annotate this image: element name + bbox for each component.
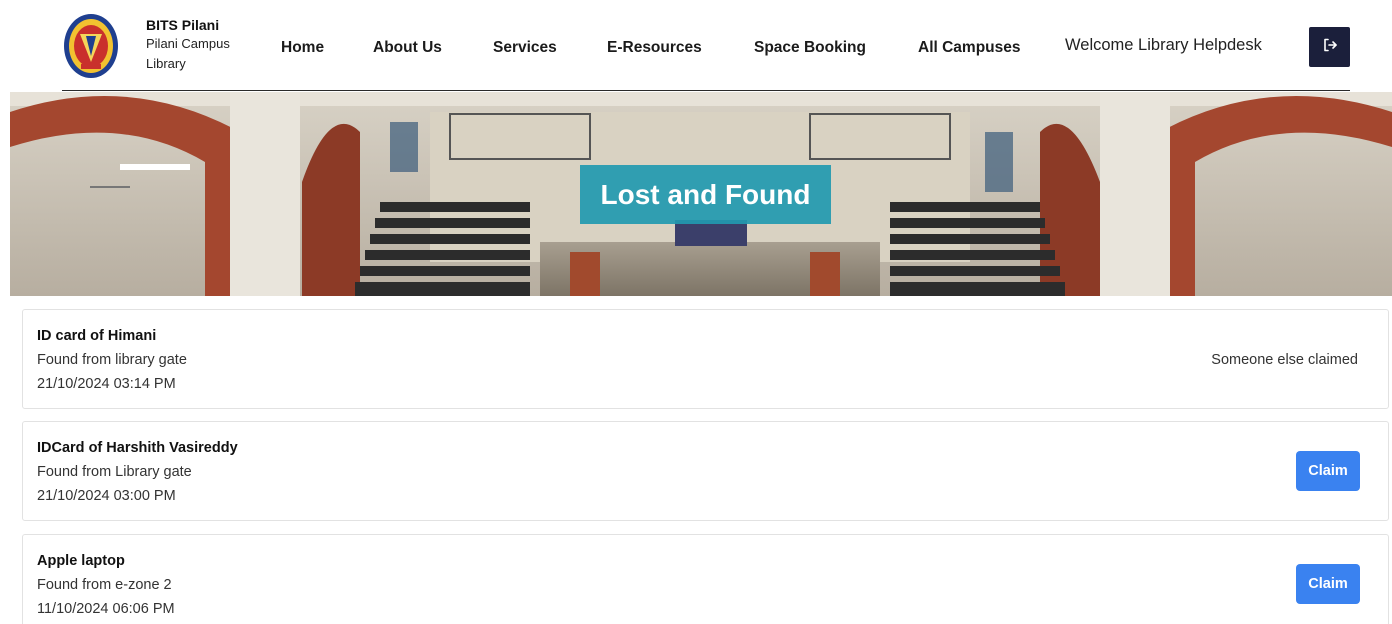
brand-title: BITS Pilani [146, 17, 220, 33]
nav-space-booking[interactable]: Space Booking [754, 39, 866, 57]
logout-button[interactable] [1309, 27, 1350, 67]
list-item: IDCard of Harshith Vasireddy Found from … [22, 421, 1389, 521]
header-divider [62, 90, 1350, 91]
site-header: BITS Pilani Pilani Campus Library Home A… [0, 0, 1392, 92]
item-location: Found from e-zone 2 [37, 577, 172, 593]
claim-button[interactable]: Claim [1296, 564, 1360, 604]
nav-e-resources[interactable]: E-Resources [607, 39, 702, 57]
hero-banner: Lost and Found [10, 92, 1392, 296]
claim-button[interactable]: Claim [1296, 451, 1360, 491]
banner-title-box: Lost and Found [580, 165, 831, 224]
brand-subtitle-campus: Pilani Campus [146, 36, 230, 51]
item-datetime: 21/10/2024 03:14 PM [37, 376, 176, 392]
brand-block: BITS Pilani Pilani Campus Library [146, 16, 230, 74]
logout-icon [1322, 37, 1338, 58]
nav-all-campuses[interactable]: All Campuses [918, 39, 1021, 57]
item-datetime: 11/10/2024 06:06 PM [37, 601, 175, 617]
item-location: Found from Library gate [37, 464, 192, 480]
nav-home[interactable]: Home [281, 39, 324, 57]
nav-services[interactable]: Services [493, 39, 557, 57]
item-title: Apple laptop [37, 553, 125, 569]
page-title: Lost and Found [600, 178, 811, 210]
list-item: Apple laptop Found from e-zone 2 11/10/2… [22, 534, 1389, 624]
nav-about-us[interactable]: About Us [373, 39, 442, 57]
item-status: Someone else claimed [1211, 352, 1358, 368]
brand-subtitle-library: Library [146, 56, 186, 71]
item-title: IDCard of Harshith Vasireddy [37, 440, 238, 456]
bits-logo[interactable] [62, 12, 120, 80]
item-location: Found from library gate [37, 352, 187, 368]
item-title: ID card of Himani [37, 328, 157, 344]
list-item: ID card of Himani Found from library gat… [22, 309, 1389, 409]
welcome-text: Welcome Library Helpdesk [1065, 36, 1262, 54]
item-datetime: 21/10/2024 03:00 PM [37, 488, 176, 504]
